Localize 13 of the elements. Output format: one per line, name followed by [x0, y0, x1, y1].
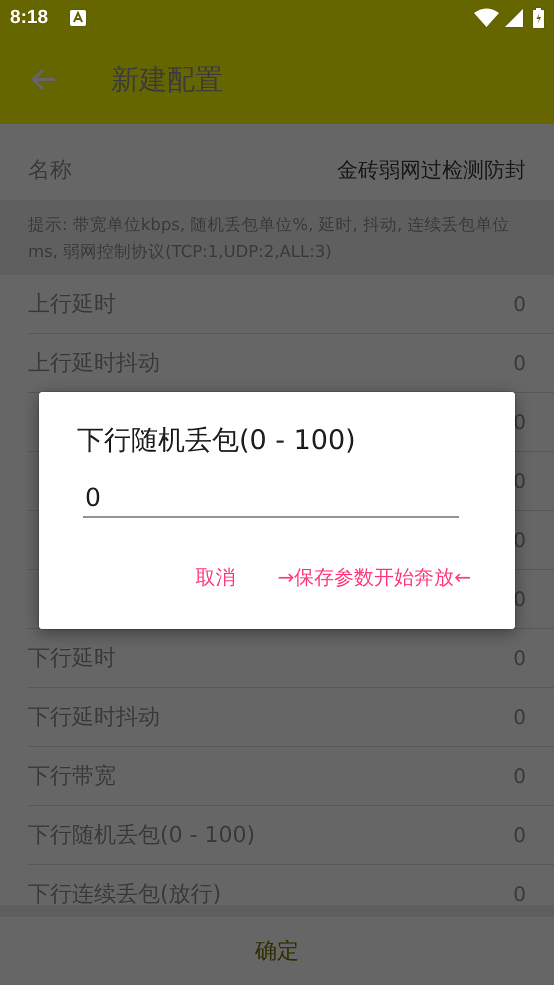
cancel-button[interactable]: 取消 — [187, 558, 244, 597]
status-time: 8:18 — [10, 6, 48, 28]
name-value: 金砖弱网过检测防封 — [337, 157, 526, 184]
battery-icon — [533, 8, 544, 28]
screen-title: 新建配置 — [111, 62, 223, 98]
save-button[interactable]: →保存参数开始奔放← — [269, 558, 479, 597]
dialog-title: 下行随机丢包(0 - 100) — [77, 424, 357, 458]
signal-icon — [505, 8, 523, 26]
notification-icon — [70, 10, 86, 26]
back-arrow-icon[interactable] — [31, 67, 56, 92]
wifi-icon — [474, 8, 499, 27]
confirm-button[interactable]: 确定 — [235, 928, 319, 974]
value-input-field[interactable]: 0 — [83, 478, 459, 518]
